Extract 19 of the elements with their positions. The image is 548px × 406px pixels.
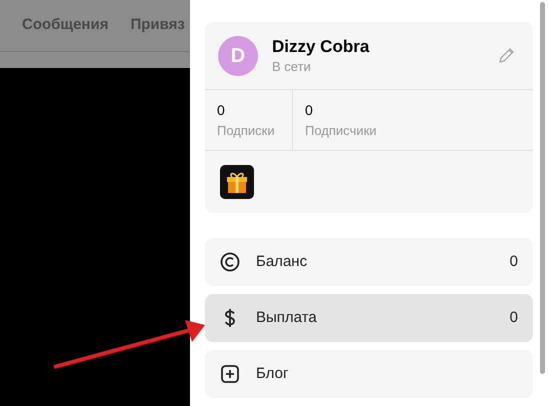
menu-value: 0 [510,308,518,328]
gift-icon[interactable] [220,165,254,200]
menu-value: 0 [510,252,518,272]
avatar: D [218,36,258,76]
stat-label[interactable]: Подписки [217,120,280,140]
nav-link[interactable]: Привяз [130,14,185,37]
menu-item[interactable]: Блог [205,350,533,398]
menu-item[interactable]: Выплата 0 [205,294,533,342]
stat-label[interactable]: Подписчики [305,120,521,140]
user-name: Dizzy Cobra [272,36,370,58]
stat-value: 0 [305,100,314,120]
menu-item[interactable]: Баланс 0 [205,238,533,286]
plus-square-icon [220,364,240,384]
scrollbar[interactable] [540,2,545,374]
stat-value: 0 [217,100,226,120]
nav-link[interactable]: Сообщения [22,14,108,37]
online-status: В сети [272,58,312,76]
edit-icon[interactable] [497,47,515,66]
copyright-icon [220,252,240,272]
